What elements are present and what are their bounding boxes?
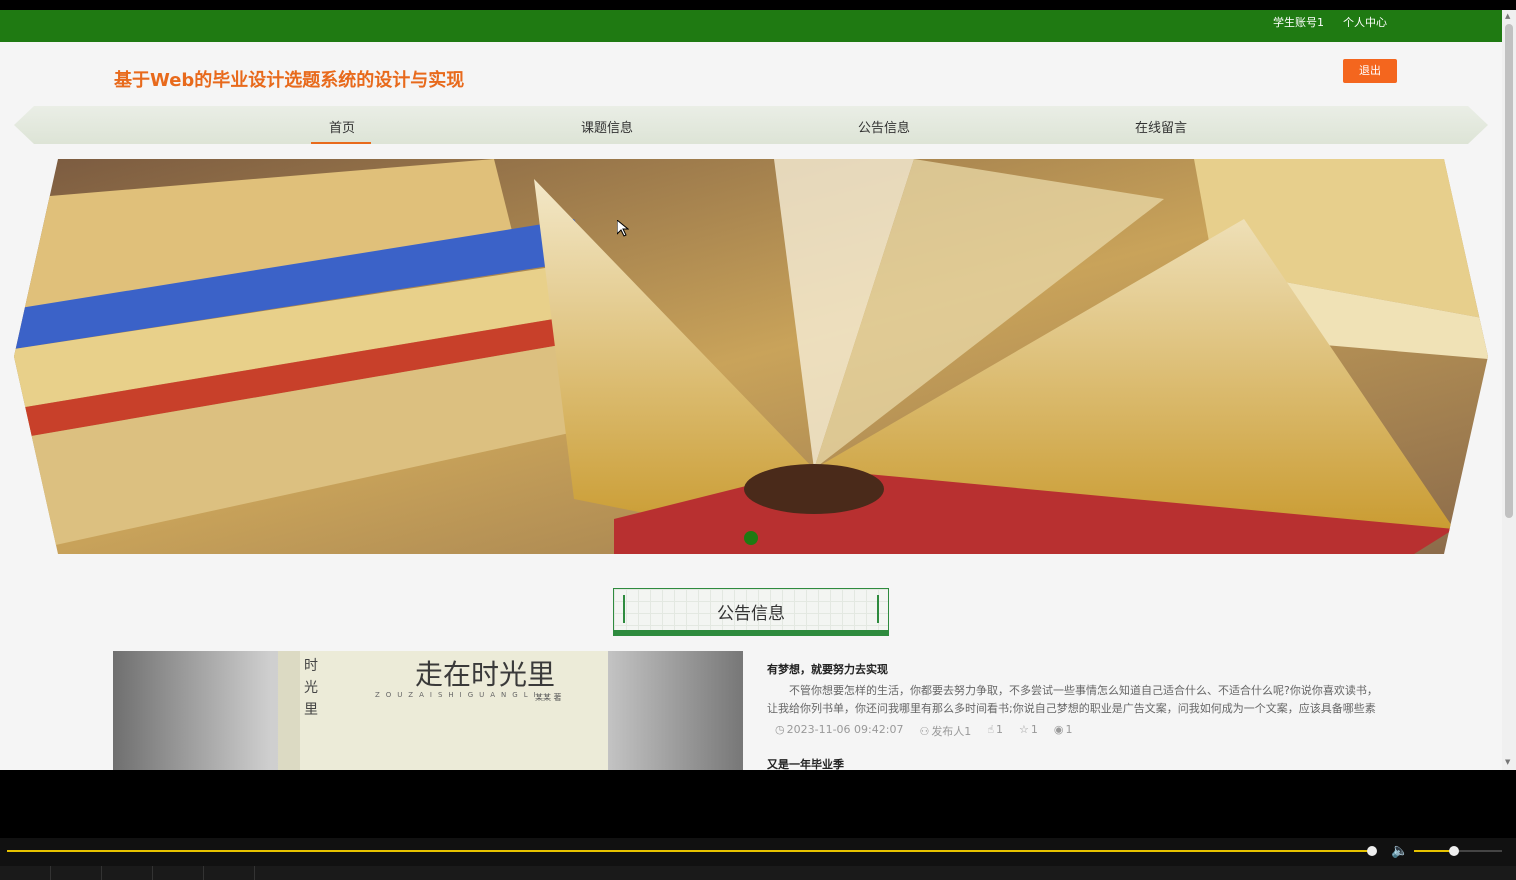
section-underline: [614, 630, 888, 635]
news-favorites-value: 1: [1030, 723, 1038, 736]
eye-icon: ◉: [1053, 723, 1064, 736]
volume-slider[interactable]: [1414, 846, 1502, 856]
featured-news-image[interactable]: 时光里 走在时光里 ZOUZAISHIGUANGLI 某某 著: [113, 651, 743, 770]
taskbar: [0, 866, 1516, 880]
news-title[interactable]: 有梦想，就要努力去实现: [767, 661, 1387, 677]
nav-item-topics[interactable]: 课题信息: [581, 117, 633, 136]
main-nav: 首页 课题信息 公告信息 在线留言: [14, 106, 1488, 144]
news-time: ◷ 2023-11-06 09:42:07: [775, 723, 903, 739]
site-title: 基于Web的毕业设计选题系统的设计与实现: [114, 70, 465, 91]
banner-image: [14, 159, 1488, 554]
scroll-thumb[interactable]: [1505, 24, 1513, 518]
taskbar-slot[interactable]: [204, 866, 255, 880]
progress-bar[interactable]: [7, 850, 1372, 852]
progress-handle[interactable]: [1367, 846, 1377, 856]
book-cover: 时光里 走在时光里 ZOUZAISHIGUANGLI 某某 著: [278, 651, 608, 770]
volume-fill: [1414, 850, 1454, 852]
thumbs-up-icon: ☝: [987, 723, 995, 736]
taskbar-slot[interactable]: [51, 866, 102, 880]
volume-handle[interactable]: [1448, 846, 1459, 856]
nav-item-home[interactable]: 首页: [329, 117, 355, 136]
news-likes[interactable]: ☝ 1: [987, 723, 1003, 739]
news-publisher: ⚇ 发布人1: [919, 723, 971, 739]
nav-active-underline: [311, 142, 371, 144]
scroll-down-icon[interactable]: ▼: [1505, 758, 1510, 766]
news-views-value: 1: [1065, 723, 1073, 736]
news-time-value: 2023-11-06 09:42:07: [786, 723, 904, 736]
taskbar-slot[interactable]: [153, 866, 204, 880]
news-views: ◉ 1: [1054, 723, 1073, 739]
carousel-indicator[interactable]: [744, 531, 758, 545]
clock-icon: ◷: [775, 723, 785, 736]
news-favorites[interactable]: ☆ 1: [1019, 723, 1038, 739]
page-scrollbar[interactable]: ▲ ▼: [1502, 10, 1516, 770]
book-author: 某某 著: [535, 693, 562, 702]
account-link[interactable]: 学生账号1: [1273, 14, 1324, 30]
mouse-cursor-icon: [617, 220, 629, 237]
taskbar-slot[interactable]: [0, 866, 51, 880]
book-title: 走在时光里: [415, 658, 556, 691]
nav-item-announcements[interactable]: 公告信息: [858, 117, 910, 136]
video-player-controls: 🔈: [0, 838, 1516, 866]
news-item[interactable]: 又是一年毕业季: [767, 756, 1387, 770]
banner-carousel[interactable]: [14, 159, 1488, 554]
user-icon: ⚇: [919, 725, 930, 738]
book-pinyin: ZOUZAISHIGUANGLI: [375, 691, 542, 699]
section-header: 公告信息: [613, 588, 889, 636]
section-title: 公告信息: [717, 604, 785, 624]
news-item[interactable]: 有梦想，就要努力去实现 不管你想要怎样的生活，你都要去努力争取，不多尝试一些事情…: [767, 661, 1387, 739]
top-bar: 学生账号1 个人中心: [0, 10, 1502, 42]
news-likes-value: 1: [996, 723, 1004, 736]
logout-button[interactable]: 退出: [1343, 59, 1397, 83]
taskbar-slot[interactable]: [102, 866, 153, 880]
browser-viewport: 学生账号1 个人中心 基于Web的毕业设计选题系统的设计与实现 退出 首页 课题…: [0, 10, 1502, 770]
scroll-up-icon[interactable]: ▲: [1505, 12, 1510, 20]
news-publisher-value: 发布人1: [931, 725, 972, 738]
nav-item-messages[interactable]: 在线留言: [1135, 117, 1187, 136]
news-description: 不管你想要怎样的生活，你都要去努力争取，不多尝试一些事情怎么知道自己适合什么、不…: [767, 684, 1378, 715]
news-title[interactable]: 又是一年毕业季: [767, 756, 1387, 770]
news-meta: ◷ 2023-11-06 09:42:07 ⚇ 发布人1 ☝ 1 ☆ 1 ◉ 1: [767, 723, 1387, 739]
volume-icon[interactable]: 🔈: [1391, 843, 1408, 859]
star-icon: ☆: [1019, 723, 1029, 736]
screen: 学生账号1 个人中心 基于Web的毕业设计选题系统的设计与实现 退出 首页 课题…: [0, 0, 1516, 880]
profile-link[interactable]: 个人中心: [1343, 14, 1387, 30]
book-spine-text: 时光里: [304, 658, 318, 718]
